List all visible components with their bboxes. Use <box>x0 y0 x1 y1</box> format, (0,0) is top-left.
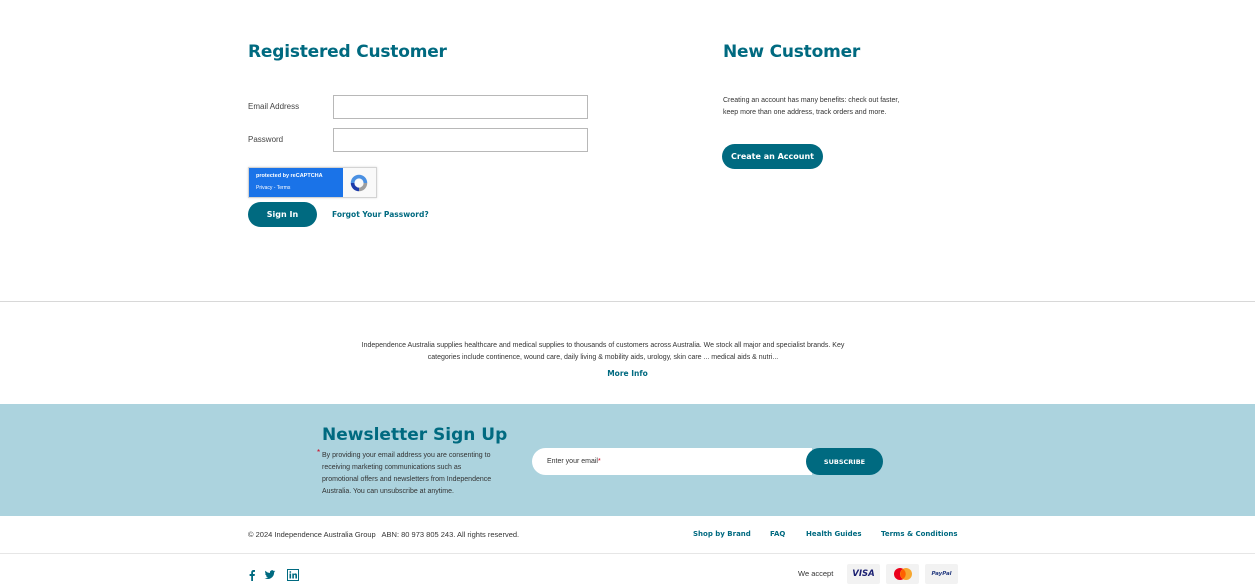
about-text-line-2: categories include continence, wound car… <box>427 354 779 361</box>
recaptcha-badge[interactable]: protected by reCAPTCHA Privacy - Terms <box>248 167 377 198</box>
facebook-icon[interactable] <box>246 569 258 581</box>
visa-icon: VISA <box>847 564 880 584</box>
newsletter-title: Newsletter Sign Up <box>322 425 508 445</box>
newsletter-consent-line-3: promotional offers and newsletters from … <box>322 476 492 483</box>
visa-text: VISA <box>852 569 875 579</box>
newsletter-section: Newsletter Sign Up * By providing your e… <box>0 404 1255 516</box>
email-field[interactable] <box>333 95 588 119</box>
mastercard-icon <box>886 564 919 584</box>
email-label: Email Address <box>248 102 300 111</box>
newsletter-email-input[interactable]: Enter your email * <box>532 448 812 475</box>
sign-in-button[interactable]: Sign In <box>248 202 317 227</box>
newsletter-email-required: * <box>597 458 601 465</box>
footer-link-health-guides[interactable]: Health Guides <box>806 530 862 538</box>
about-text: Independence Australia supplies healthca… <box>325 340 881 364</box>
newsletter-email-placeholder: Enter your email <box>547 458 598 465</box>
new-customer-title: New Customer <box>723 42 861 62</box>
required-asterisk: * <box>317 448 321 457</box>
subscribe-button[interactable]: SUBSCRIBE <box>806 448 883 475</box>
newsletter-consent-line-1: By providing your email address you are … <box>322 452 491 459</box>
recaptcha-protected-text: protected by reCAPTCHA <box>256 173 323 179</box>
twitter-icon[interactable] <box>264 569 276 581</box>
create-account-button[interactable]: Create an Account <box>722 144 823 169</box>
password-field[interactable] <box>333 128 588 152</box>
newsletter-consent-line-4: Australia. You can unsubscribe at anytim… <box>322 488 454 495</box>
we-accept-label: We accept <box>798 569 834 578</box>
more-info-link: More Info <box>0 369 1255 378</box>
recaptcha-privacy-terms[interactable]: Privacy - Terms <box>256 185 290 191</box>
paypal-text: PayPal <box>931 571 952 577</box>
footer-divider <box>0 553 1255 554</box>
registered-customer-title: Registered Customer <box>248 42 447 62</box>
password-label: Password <box>248 135 284 144</box>
new-customer-description-line-2: keep more than one address, track orders… <box>723 109 887 116</box>
mastercard-logo-icon <box>893 568 912 580</box>
copyright-text: © 2024 Independence Australia Group ABN:… <box>248 530 520 539</box>
forgot-password-link[interactable]: Forgot Your Password? <box>332 210 429 219</box>
paypal-icon: PayPal <box>925 564 958 584</box>
section-divider <box>0 301 1255 302</box>
about-text-line-1: Independence Australia supplies healthca… <box>361 342 845 349</box>
footer-link-shop-by-brand[interactable]: Shop by Brand <box>693 530 751 538</box>
linkedin-icon[interactable] <box>287 569 299 581</box>
newsletter-consent-text: By providing your email address you are … <box>322 450 522 498</box>
recaptcha-icon <box>350 174 368 192</box>
footer-link-faq[interactable]: FAQ <box>770 530 785 538</box>
newsletter-consent-line-2: receiving marketing communications such … <box>322 464 462 471</box>
more-info-label[interactable]: More Info <box>607 369 648 378</box>
footer-link-terms[interactable]: Terms & Conditions <box>881 530 958 538</box>
new-customer-description: Creating an account has many benefits: c… <box>723 95 899 119</box>
new-customer-description-line-1: Creating an account has many benefits: c… <box>723 97 900 104</box>
recaptcha-label: protected by reCAPTCHA Privacy - Terms <box>249 168 343 197</box>
